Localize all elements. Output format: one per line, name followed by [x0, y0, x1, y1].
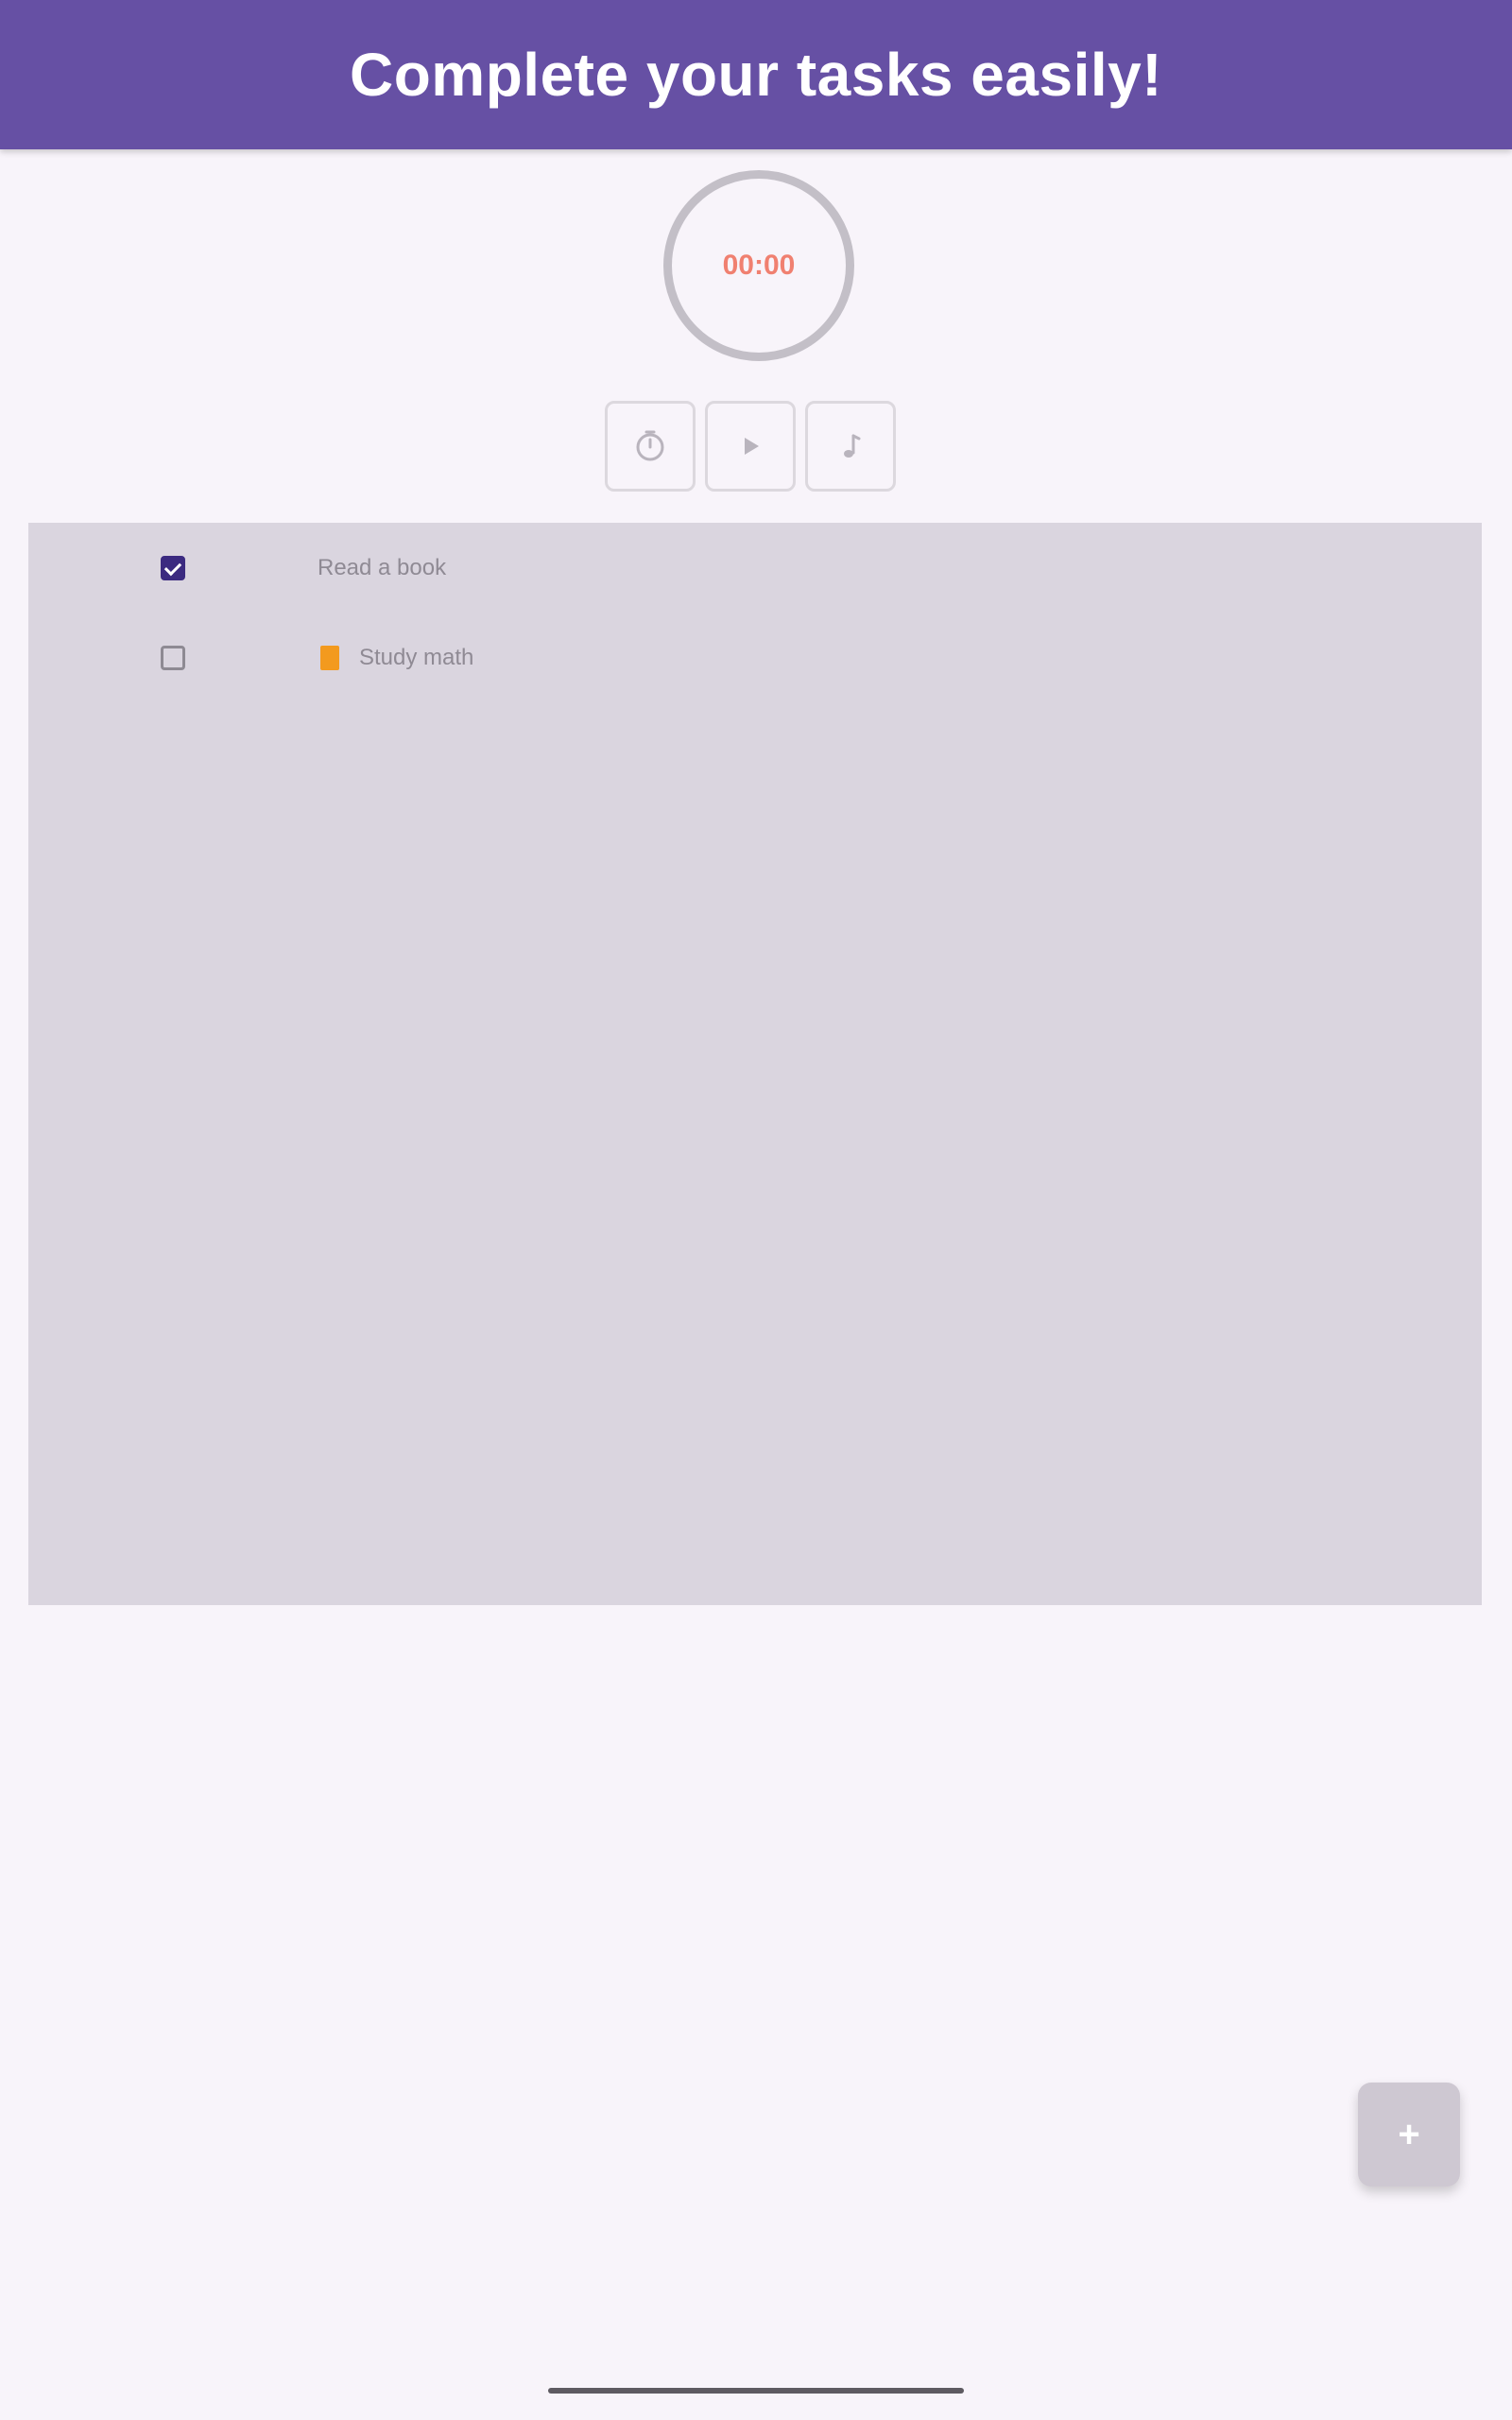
- music-button[interactable]: [805, 401, 896, 492]
- task-label: Read a book: [318, 555, 447, 580]
- timer-button[interactable]: [605, 401, 696, 492]
- task-label: Study math: [359, 645, 474, 670]
- task-row[interactable]: Study math: [28, 630, 1482, 686]
- task-checkbox[interactable]: [161, 556, 185, 580]
- task-checkbox[interactable]: [161, 646, 185, 670]
- home-indicator[interactable]: [548, 2388, 964, 2394]
- add-task-button[interactable]: +: [1358, 2083, 1460, 2187]
- play-icon: [745, 438, 759, 455]
- music-icon: [844, 434, 861, 458]
- app-title: Complete your tasks easily!: [349, 41, 1163, 109]
- task-list: Read a book Study math: [28, 523, 1482, 1605]
- task-row[interactable]: Read a book: [28, 540, 1482, 596]
- plus-icon: +: [1398, 2114, 1420, 2155]
- timer-icon: [636, 430, 664, 461]
- timer-controls: [605, 401, 896, 492]
- app-bar: Complete your tasks easily!: [0, 0, 1512, 149]
- play-button[interactable]: [705, 401, 796, 492]
- timer-display: 00:00: [722, 250, 796, 281]
- priority-indicator: [320, 646, 339, 670]
- timer-ring: 00:00: [663, 170, 854, 361]
